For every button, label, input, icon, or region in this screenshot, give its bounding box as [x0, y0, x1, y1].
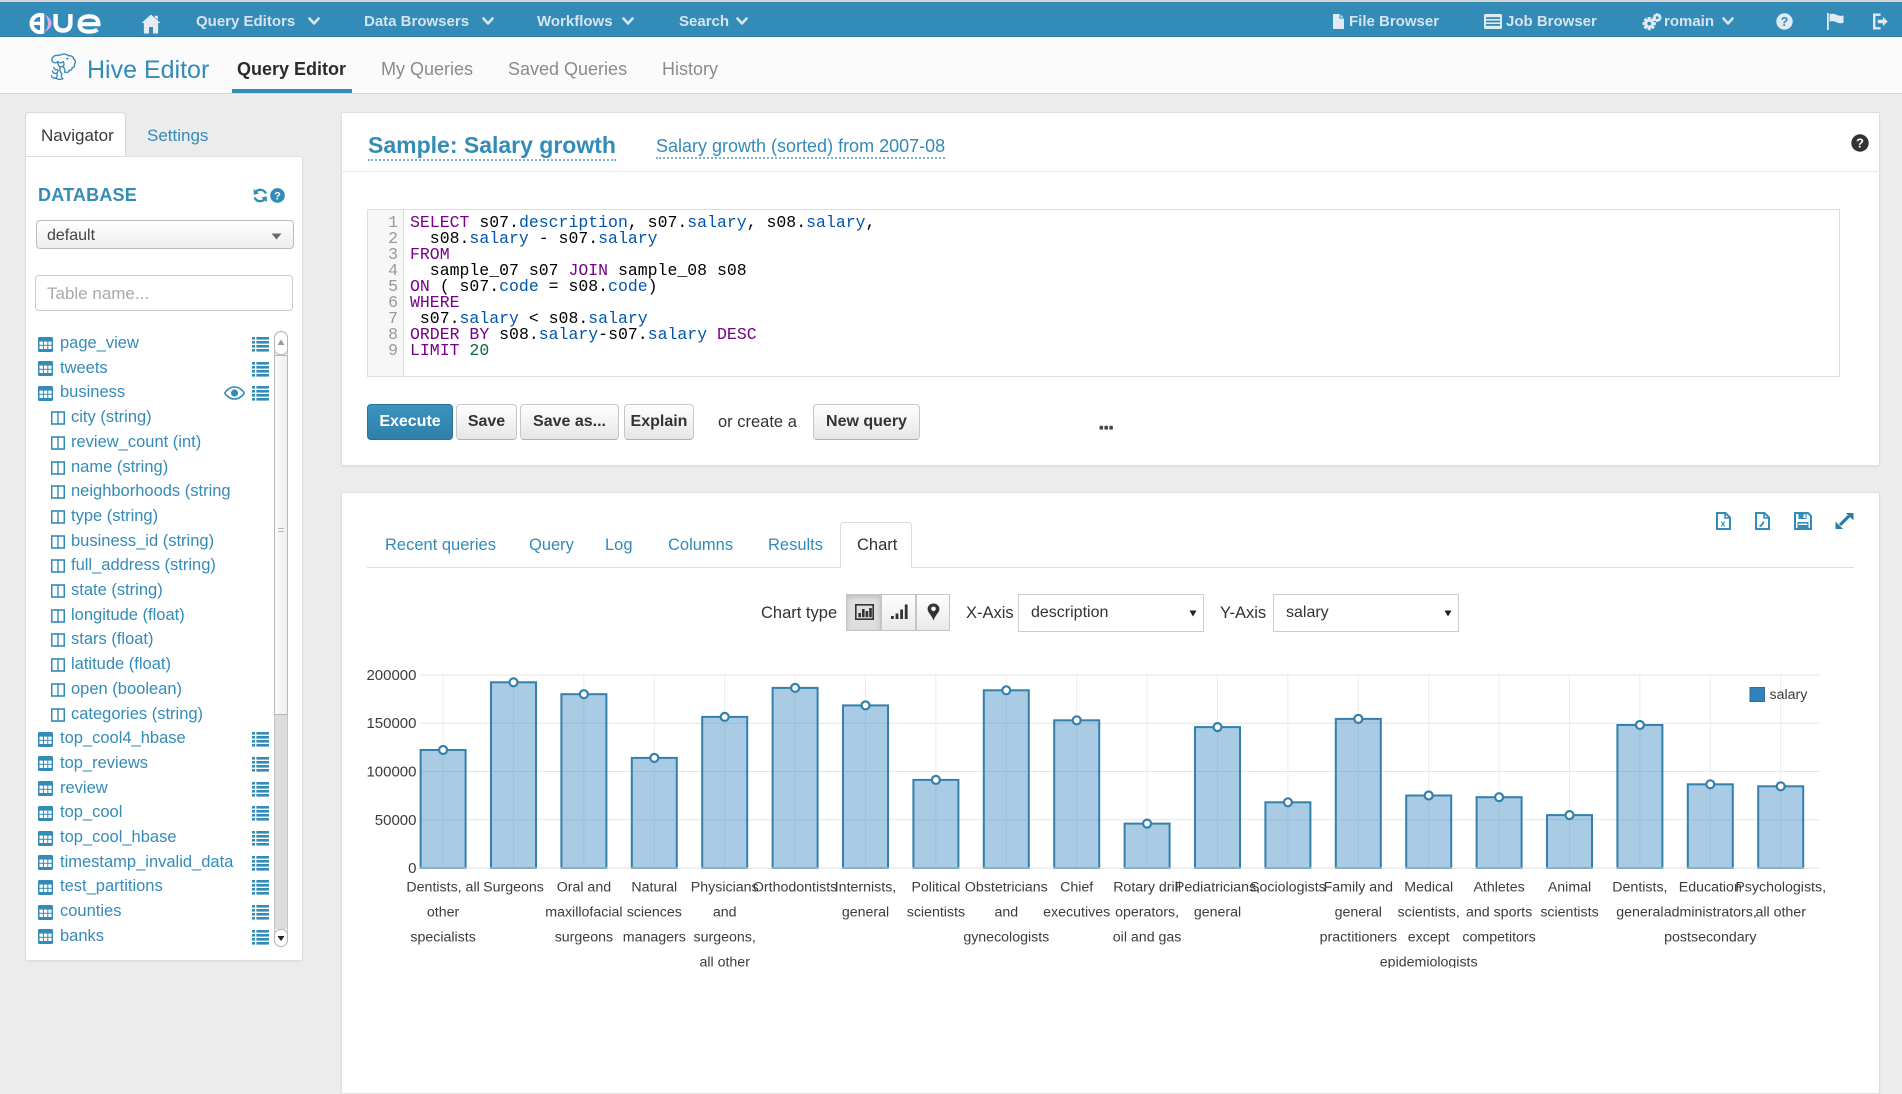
svg-text:other: other — [427, 905, 460, 921]
svg-text:x: x — [1720, 519, 1725, 529]
svg-text:50000: 50000 — [375, 812, 417, 829]
svg-text:surgeons: surgeons — [555, 930, 613, 946]
svg-text:salary: salary — [1770, 687, 1809, 703]
svg-text:operators,: operators, — [1115, 905, 1179, 921]
svg-text:epidemiologists: epidemiologists — [1380, 955, 1478, 969]
svg-text:except: except — [1408, 930, 1450, 946]
svg-text:and sports: and sports — [1466, 905, 1532, 921]
svg-text:200000: 200000 — [366, 667, 416, 684]
svg-text:and: and — [994, 905, 1018, 921]
svg-text:Dentists,: Dentists, — [1612, 880, 1667, 896]
svg-text:100000: 100000 — [366, 764, 416, 781]
svg-text:150000: 150000 — [366, 715, 416, 732]
svg-text:Obstetricians: Obstetricians — [965, 880, 1048, 896]
svg-text:Natural: Natural — [631, 880, 677, 896]
svg-text:Dentists, all: Dentists, all — [406, 880, 479, 896]
svg-text:sciences: sciences — [627, 905, 682, 921]
svg-text:surgeons,: surgeons, — [694, 930, 756, 946]
svg-text:?: ? — [1856, 136, 1864, 151]
svg-text:competitors: competitors — [1462, 930, 1535, 946]
svg-text:postsecondary: postsecondary — [1664, 930, 1757, 946]
svg-text:Sociologists: Sociologists — [1250, 880, 1326, 896]
svg-text:Political: Political — [911, 880, 960, 896]
svg-text:executives: executives — [1043, 905, 1110, 921]
svg-text:Physicians: Physicians — [691, 880, 759, 896]
svg-text:general: general — [1616, 905, 1663, 921]
svg-text:scientists: scientists — [1540, 905, 1598, 921]
svg-text:general: general — [1194, 905, 1241, 921]
svg-text:oil and gas: oil and gas — [1113, 930, 1182, 946]
svg-text:Pediatricians,: Pediatricians, — [1175, 880, 1260, 896]
svg-text:administrators,: administrators, — [1664, 905, 1757, 921]
svg-text:and: and — [713, 905, 737, 921]
svg-text:0: 0 — [408, 860, 416, 877]
svg-text:Medical: Medical — [1404, 880, 1453, 896]
svg-text:scientists: scientists — [907, 905, 965, 921]
svg-text:Rotary drill: Rotary drill — [1113, 880, 1181, 896]
svg-text:Family and: Family and — [1324, 880, 1393, 896]
svg-text:Orthodontists: Orthodontists — [753, 880, 837, 896]
svg-text:?: ? — [1781, 15, 1789, 29]
svg-text:Chief: Chief — [1060, 880, 1093, 896]
svg-text:all other: all other — [699, 955, 750, 969]
svg-text:Animal: Animal — [1548, 880, 1591, 896]
svg-text:?: ? — [274, 190, 281, 202]
svg-text:Athletes: Athletes — [1473, 880, 1524, 896]
svg-text:maxillofacial: maxillofacial — [545, 905, 622, 921]
svg-text:gynecologists: gynecologists — [963, 930, 1049, 946]
svg-text:Surgeons: Surgeons — [483, 880, 544, 896]
svg-text:managers: managers — [623, 930, 686, 946]
svg-text:general: general — [842, 905, 889, 921]
svg-text:general: general — [1335, 905, 1382, 921]
svg-text:scientists,: scientists, — [1398, 905, 1460, 921]
svg-text:specialists: specialists — [410, 930, 475, 946]
svg-text:Oral and: Oral and — [557, 880, 611, 896]
svg-text:Psychologists,: Psychologists, — [1735, 880, 1826, 896]
svg-text:all other: all other — [1755, 905, 1806, 921]
svg-text:practitioners: practitioners — [1320, 930, 1397, 946]
svg-text:Education: Education — [1679, 880, 1742, 896]
svg-text:Internists,: Internists, — [835, 880, 897, 896]
